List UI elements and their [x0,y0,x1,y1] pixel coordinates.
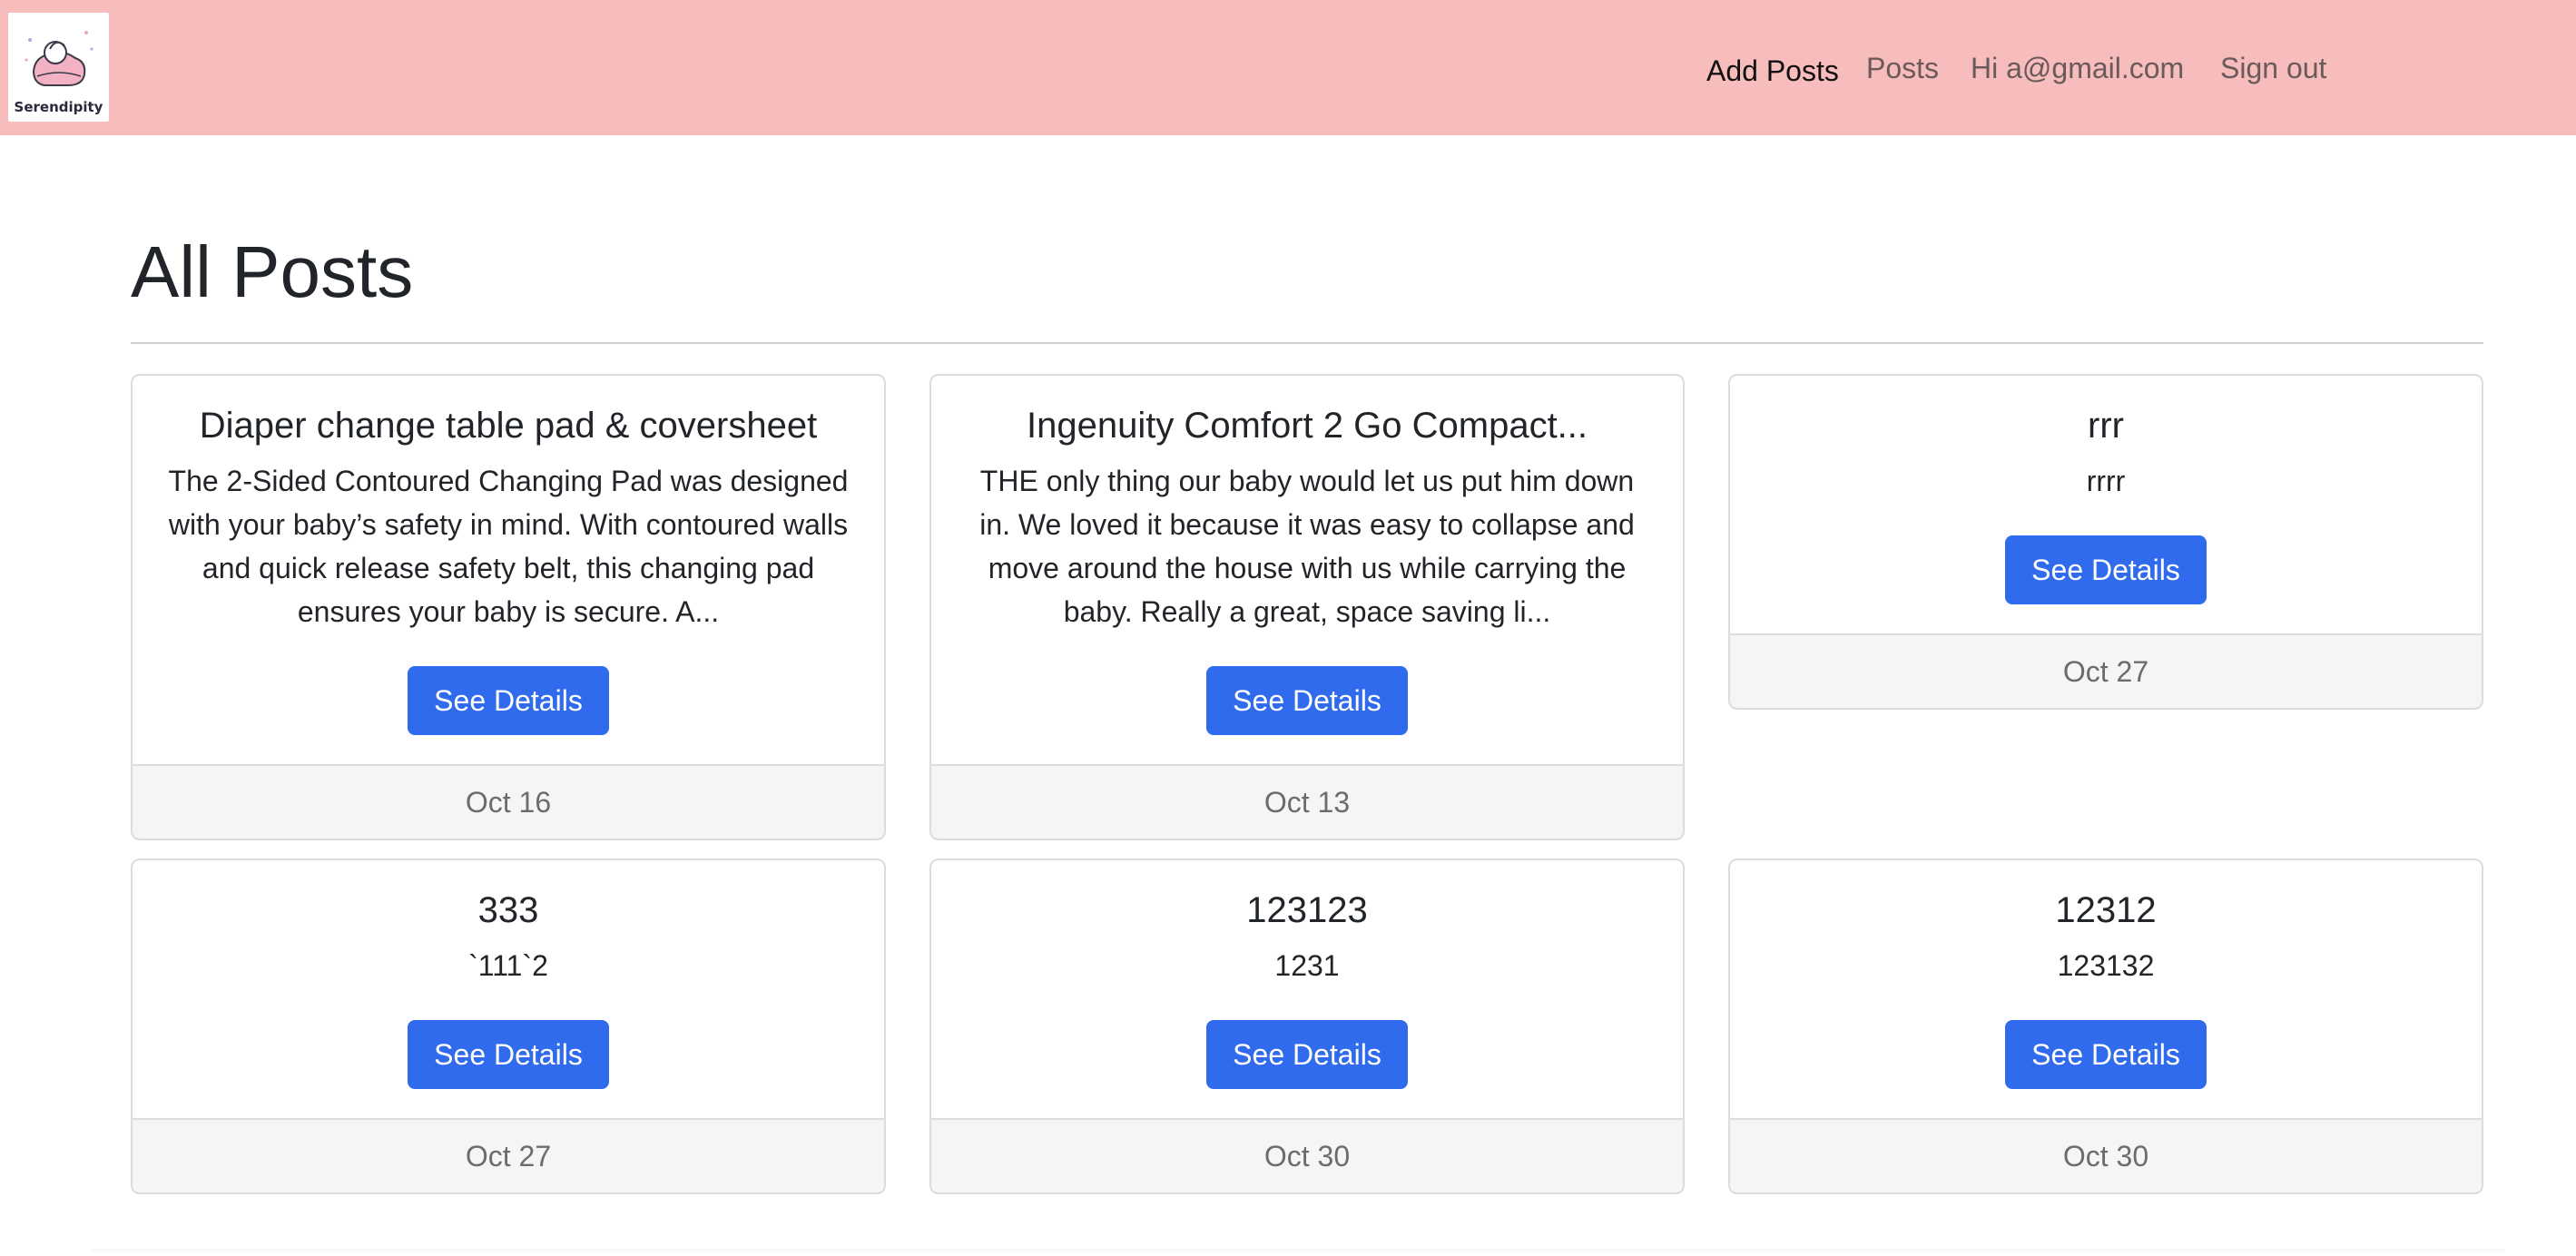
brand-logo[interactable]: Serendipity [8,13,109,122]
post-card: Ingenuity Comfort 2 Go Compact... THE on… [929,374,1685,840]
see-details-button[interactable]: See Details [2005,1020,2207,1089]
post-card: rrr rrrr See Details Oct 27 [1728,374,2483,710]
nav-sign-out-link[interactable]: Sign out [2220,51,2326,85]
nav-add-posts-link[interactable]: Add Posts [1706,54,1839,88]
post-title: Diaper change table pad & coversheet [199,406,818,446]
post-description: The 2-Sided Contoured Changing Pad was d… [168,465,849,628]
post-card: 12312 123132 See Details Oct 30 [1728,859,2483,1194]
post-description: 123132 [2057,949,2155,982]
post-date: Oct 13 [931,764,1683,839]
post-date: Oct 27 [133,1118,884,1192]
post-date: Oct 16 [133,764,884,839]
title-divider [131,342,2483,344]
see-details-button[interactable]: See Details [1206,666,1408,735]
post-card: Diaper change table pad & coversheet The… [131,374,886,840]
see-details-button[interactable]: See Details [1206,1020,1408,1089]
see-details-button[interactable]: See Details [408,666,609,735]
post-date: Oct 27 [1730,633,2482,708]
navbar: Serendipity Add Posts Posts Hi a@gmail.c… [0,0,2576,135]
post-card: 123123 1231 See Details Oct 30 [929,859,1685,1194]
baby-logo-icon [25,31,93,86]
see-details-button[interactable]: See Details [2005,535,2207,604]
nav-posts-link[interactable]: Posts [1866,51,1939,85]
page-title: All Posts [131,231,414,312]
brand-logo-text: Serendipity [14,99,103,115]
post-description: THE only thing our baby would let us put… [979,465,1635,628]
post-title: Ingenuity Comfort 2 Go Compact... [1026,406,1588,446]
post-title: rrr [2088,406,2124,446]
post-description: rrrr [2086,465,2126,497]
post-title: 333 [477,890,539,930]
post-date: Oct 30 [931,1118,1683,1192]
post-description: `111`2 [468,949,548,982]
post-card: 333 `111`2 See Details Oct 27 [131,859,886,1194]
post-title: 123123 [1246,890,1368,930]
see-details-button[interactable]: See Details [408,1020,609,1089]
post-title: 12312 [2055,890,2157,930]
post-date: Oct 30 [1730,1118,2482,1192]
bottom-divider [91,1249,2505,1254]
nav-user-greeting[interactable]: Hi a@gmail.com [1971,51,2184,85]
post-description: 1231 [1274,949,1340,982]
